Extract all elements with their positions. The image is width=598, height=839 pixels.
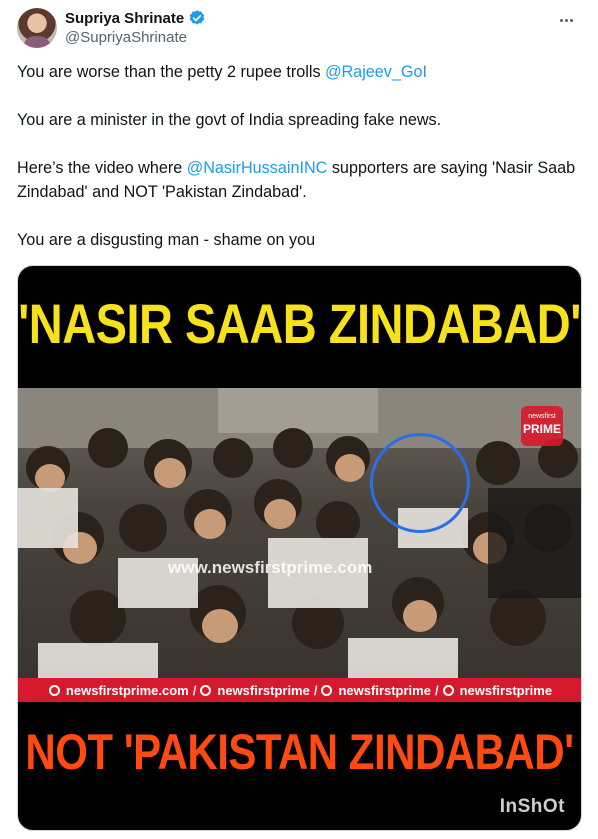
mention-link-nasir[interactable]: @NasirHussainINC xyxy=(187,159,328,177)
social-item-website: newsfirstprime.com xyxy=(65,682,189,698)
tweet-text-3a: Here’s the video where xyxy=(17,159,187,177)
channel-logo: newsfirst PRIME xyxy=(521,406,563,446)
tweet-paragraph-4: You are a disgusting man - shame on you xyxy=(17,228,582,252)
tweet-text-4: You are a disgusting man - shame on you xyxy=(17,231,316,249)
social-item-youtube: newsfirstprime xyxy=(217,682,310,698)
video-watermark: www.newsfirstprime.com xyxy=(168,558,373,577)
author-name-row: Supriya Shrinate xyxy=(65,9,206,27)
channel-logo-bottom: PRIME xyxy=(522,422,561,436)
separator: / xyxy=(434,682,439,698)
mention-link-rajeev[interactable]: @Rajeev_GoI xyxy=(325,63,427,81)
tweet-body: You are worse than the petty 2 rupee tro… xyxy=(17,60,582,276)
tweet-paragraph-3: Here’s the video where @NasirHussainINC … xyxy=(17,156,582,204)
x-icon xyxy=(442,684,454,696)
tweet-paragraph-2: You are a minister in the govt of India … xyxy=(17,108,582,132)
social-handles-bar: newsfirstprime.com / newsfirstprime / ne… xyxy=(18,678,581,702)
more-options-icon[interactable] xyxy=(556,10,576,30)
crowd-scene xyxy=(18,388,581,678)
avatar-shirt xyxy=(23,36,51,48)
video-frame[interactable]: newsfirst PRIME www.newsfirstprime.com xyxy=(18,388,581,678)
tweet-video[interactable]: 'NASIR SAAB ZINDABAD' newsfirst PRIME ww… xyxy=(17,265,582,831)
globe-icon xyxy=(48,684,60,696)
tweet-paragraph-1: You are worse than the petty 2 rupee tro… xyxy=(17,60,582,84)
facebook-icon xyxy=(321,684,333,696)
social-item-x: newsfirstprime xyxy=(459,682,553,698)
author-avatar[interactable] xyxy=(17,8,57,48)
author-handle[interactable]: @SupriyaShrinate xyxy=(65,29,187,46)
separator: / xyxy=(192,682,197,698)
social-item-facebook: newsfirstprime xyxy=(338,682,431,698)
tweet-header: Supriya Shrinate @SupriyaShrinate xyxy=(17,6,582,50)
video-bottom-caption: NOT 'PAKISTAN ZINDABAD' xyxy=(25,723,574,780)
channel-logo-top: newsfirst xyxy=(528,413,556,420)
author-display-name[interactable]: Supriya Shrinate xyxy=(65,10,184,27)
tweet-text-1: You are worse than the petty 2 rupee tro… xyxy=(17,63,326,81)
verified-badge-icon xyxy=(189,10,205,25)
tweet-text-2: You are a minister in the govt of India … xyxy=(17,111,442,129)
separator: / xyxy=(313,682,318,698)
inshot-watermark: InShOt xyxy=(499,796,565,817)
video-top-caption: 'NASIR SAAB ZINDABAD' xyxy=(18,292,581,355)
highlight-circle xyxy=(370,433,470,533)
youtube-icon xyxy=(200,684,212,696)
